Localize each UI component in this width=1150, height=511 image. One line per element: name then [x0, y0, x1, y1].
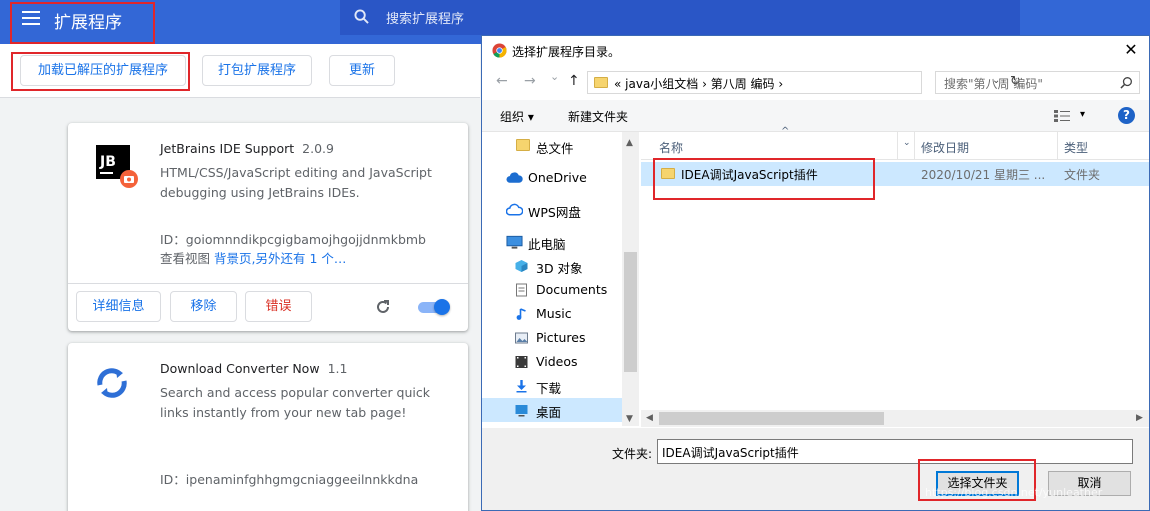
search-icon	[1120, 77, 1132, 89]
folder-icon	[516, 139, 530, 151]
view-options-icon[interactable]	[1054, 110, 1070, 122]
command-bar: 组织 ▾ 新建文件夹 ▾ ?	[482, 100, 1149, 132]
select-folder-dialog: 选择扩展程序目录。 ✕ ← → ⌄ ↑ « java小组文档 › 第八周 编码 …	[481, 35, 1150, 511]
nav-item-total-files[interactable]: 总文件	[482, 134, 622, 158]
nav-item-videos[interactable]: Videos	[482, 350, 622, 374]
nav-item-this-pc[interactable]: 此电脑	[482, 230, 622, 254]
extension-description: HTML/CSS/JavaScript editing and JavaScri…	[160, 165, 432, 200]
extension-name: JetBrains IDE Support 2.0.9	[160, 141, 334, 156]
watermark: https://blog.csdn.net/yunleather	[925, 486, 1103, 499]
background-page-link[interactable]: 背景页,另外还有 1 个…	[214, 251, 346, 266]
card-footer: 详细信息 移除 错误	[68, 283, 468, 331]
download-converter-icon	[97, 368, 127, 398]
column-date[interactable]: 修改日期	[921, 139, 969, 156]
nav-item-pictures[interactable]: Pictures	[482, 326, 622, 350]
enable-toggle[interactable]	[416, 299, 450, 315]
scroll-down-icon[interactable]: ▼	[626, 414, 633, 424]
extension-description: Search and access popular converter quic…	[160, 385, 431, 420]
sort-ascending-icon: ^	[781, 126, 790, 137]
column-name-dropdown-icon[interactable]: ⌄	[903, 138, 911, 148]
dialog-title: 选择扩展程序目录。	[512, 45, 621, 59]
wps-cloud-icon	[506, 203, 523, 216]
scroll-up-icon[interactable]: ▲	[626, 138, 633, 148]
nav-item-3d-objects[interactable]: 3D 对象	[482, 254, 622, 278]
remove-button[interactable]: 移除	[170, 291, 237, 322]
column-headers: 名称 ^ ⌄ 修改日期 类型	[641, 126, 1149, 160]
address-bar[interactable]: « java小组文档 › 第八周 编码 › ⌄ ↻	[587, 71, 1021, 94]
update-button[interactable]: 更新	[329, 55, 395, 86]
help-icon[interactable]: ?	[1118, 107, 1135, 124]
scroll-right-icon[interactable]: ▶	[1136, 413, 1143, 423]
scrollbar-thumb[interactable]	[659, 412, 884, 425]
search-placeholder: 搜索扩展程序	[386, 12, 465, 27]
pack-extension-button[interactable]: 打包扩展程序	[202, 55, 312, 86]
search-extensions-input[interactable]: 搜索扩展程序	[340, 0, 1020, 35]
folder-icon	[594, 77, 608, 88]
svg-text:JB: JB	[99, 154, 116, 170]
file-pane-scrollbar[interactable]: ◀ ▶	[641, 410, 1149, 427]
column-type[interactable]: 类型	[1064, 139, 1088, 156]
extension-id: ID：ipenaminfghhgmgcniaggeeilnnkkdna	[160, 472, 419, 487]
folder-name-input[interactable]: IDEA调试JavaScript插件	[657, 439, 1133, 464]
new-folder-button[interactable]: 新建文件夹	[568, 108, 628, 125]
nav-item-wps-cloud[interactable]: WPS网盘	[482, 198, 622, 222]
chrome-icon	[492, 43, 507, 58]
document-icon	[516, 283, 527, 297]
jetbrains-logo-icon: JB	[96, 145, 138, 188]
view-dropdown-icon[interactable]: ▾	[1080, 109, 1085, 120]
extension-card: Download Converter Now 1.1 Search and acc…	[68, 343, 468, 511]
folder-label: 文件夹:	[612, 447, 653, 461]
navigation-bar: ← → ⌄ ↑ « java小组文档 › 第八周 编码 › ⌄ ↻ 搜索"第八周…	[482, 66, 1149, 100]
up-arrow-icon[interactable]: ↑	[568, 73, 580, 89]
scroll-left-icon[interactable]: ◀	[646, 413, 653, 423]
cube-icon	[515, 260, 528, 272]
nav-item-downloads[interactable]: 下载	[482, 374, 622, 398]
nav-item-documents[interactable]: Documents	[482, 278, 622, 302]
extension-id: ID：goiomnndikpcgigbamojhgojjdnmkbmb	[160, 232, 426, 247]
highlight-load-unpacked	[11, 52, 190, 91]
file-type: 文件夹	[1064, 168, 1101, 182]
extension-card: JB JetBrains IDE Support 2.0.9 HTML/CSS/J…	[68, 123, 468, 331]
reload-icon[interactable]	[374, 298, 392, 316]
nav-pane-scrollbar[interactable]: ▲ ▼	[622, 132, 639, 426]
search-icon	[354, 9, 369, 24]
scrollbar-thumb[interactable]	[624, 252, 637, 372]
file-date: 2020/10/21 星期三 ...	[921, 168, 1046, 182]
back-arrow-icon[interactable]: ←	[496, 73, 508, 89]
navigation-pane: 总文件 OneDrive WPS网盘 此电脑 3D 对象 Documents M…	[482, 132, 622, 426]
details-button[interactable]: 详细信息	[76, 291, 161, 322]
extension-name: Download Converter Now 1.1	[160, 361, 348, 376]
column-name[interactable]: 名称	[659, 139, 683, 156]
recent-locations-icon[interactable]: ⌄	[550, 70, 559, 83]
cloud-icon	[506, 172, 523, 183]
dialog-titlebar: 选择扩展程序目录。 ✕	[482, 36, 1149, 66]
close-icon[interactable]: ✕	[1121, 40, 1141, 59]
address-path: « java小组文档 › 第八周 编码 ›	[614, 77, 784, 91]
forward-arrow-icon[interactable]: →	[524, 73, 536, 89]
computer-icon	[506, 235, 523, 249]
music-icon	[516, 308, 526, 320]
folder-search-placeholder: 搜索"第八周 编码"	[944, 77, 1043, 91]
highlight-folder-row	[653, 158, 875, 200]
picture-icon	[515, 332, 528, 344]
folder-search-input[interactable]: 搜索"第八周 编码"	[935, 71, 1140, 94]
highlight-title	[10, 2, 155, 44]
inspect-views: 查看视图 背景页,另外还有 1 个…	[160, 251, 347, 266]
nav-item-onedrive[interactable]: OneDrive	[482, 166, 622, 190]
nav-item-music[interactable]: Music	[482, 302, 622, 326]
nav-item-desktop[interactable]: 桌面	[482, 398, 622, 422]
desktop-icon	[515, 405, 528, 417]
video-icon	[515, 356, 528, 368]
organize-menu[interactable]: 组织 ▾	[500, 108, 534, 125]
download-icon	[516, 380, 527, 393]
errors-button[interactable]: 错误	[245, 291, 312, 322]
